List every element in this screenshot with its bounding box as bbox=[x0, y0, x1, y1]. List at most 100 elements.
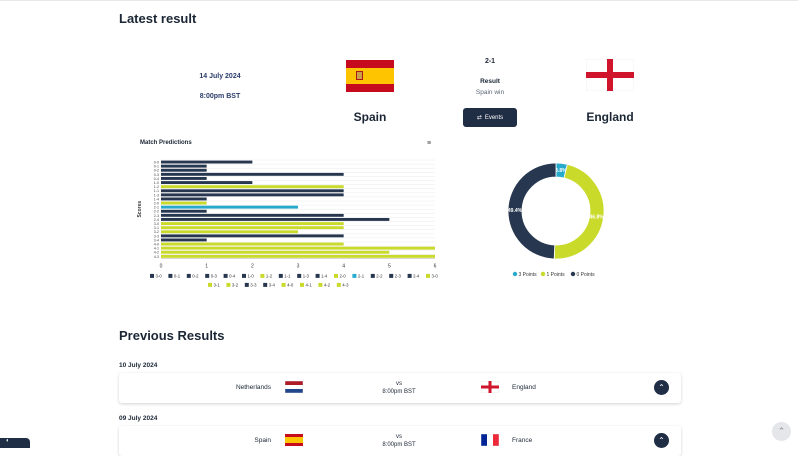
result-text: Spain win bbox=[475, 89, 505, 96]
donut-slice[interactable] bbox=[553, 163, 605, 260]
legend-label[interactable]: 2-4 bbox=[413, 273, 420, 278]
legend-swatch[interactable] bbox=[389, 273, 394, 278]
x-tick-label: 6 bbox=[434, 263, 437, 269]
legend-label[interactable]: 3-2 bbox=[232, 282, 239, 287]
legend-label[interactable]: 2-3 bbox=[395, 273, 402, 278]
legend-swatch[interactable] bbox=[336, 282, 341, 287]
donut-data-label: 49.4% bbox=[508, 208, 523, 214]
bar bbox=[161, 209, 207, 213]
legend-label[interactable]: 3 Points bbox=[519, 272, 538, 278]
legend-swatch[interactable] bbox=[370, 273, 375, 278]
legend-label[interactable]: 0-3 bbox=[211, 273, 218, 278]
bar bbox=[161, 218, 390, 221]
y-axis-label: Scores bbox=[137, 201, 143, 218]
legend-label[interactable]: 1-0 bbox=[248, 273, 255, 278]
legend-swatch[interactable] bbox=[570, 271, 576, 277]
legend-swatch[interactable] bbox=[223, 273, 228, 278]
legend-label[interactable]: 1 Points bbox=[547, 272, 566, 278]
legend-label[interactable]: 2-2 bbox=[376, 273, 383, 278]
x-tick-label: 1 bbox=[205, 263, 208, 269]
legend-label[interactable]: 0-1 bbox=[174, 273, 181, 278]
legend-swatch[interactable] bbox=[281, 282, 286, 287]
legend-swatch[interactable] bbox=[297, 273, 302, 278]
legend-label[interactable]: 0-4 bbox=[229, 273, 236, 278]
legend-label[interactable]: 4-1 bbox=[306, 282, 313, 287]
legend-label[interactable]: 3-0 bbox=[156, 273, 163, 278]
legend-swatch[interactable] bbox=[426, 273, 430, 278]
donut-data-label: 46.8% bbox=[590, 214, 605, 220]
legend-swatch[interactable] bbox=[315, 273, 320, 278]
bar bbox=[161, 185, 344, 189]
legend-swatch[interactable] bbox=[150, 273, 154, 278]
chart-menu-icon[interactable]: ≡ bbox=[427, 140, 431, 147]
legend-label[interactable]: 4-3 bbox=[342, 282, 349, 287]
spain-flag-icon bbox=[285, 434, 303, 446]
latest-result-heading: Latest result bbox=[119, 11, 197, 26]
match-date: 10 July 2024 bbox=[119, 362, 158, 369]
legend-swatch[interactable] bbox=[263, 282, 268, 287]
legend-label[interactable]: 1-4 bbox=[321, 273, 328, 278]
legend-label[interactable]: 4-0 bbox=[287, 282, 294, 287]
legend-swatch[interactable] bbox=[512, 271, 518, 277]
bar bbox=[161, 164, 207, 168]
legend-swatch[interactable] bbox=[260, 273, 265, 278]
legend-label[interactable]: 1-3 bbox=[303, 273, 310, 278]
away-team: France bbox=[512, 437, 533, 444]
bar bbox=[161, 226, 344, 230]
legend-swatch[interactable] bbox=[407, 273, 412, 278]
match-card[interactable]: Spain vs 8:00pm BST France ⌃ bbox=[119, 426, 681, 456]
previous-results-heading: Previous Results bbox=[119, 328, 225, 343]
legend-swatch[interactable] bbox=[186, 273, 191, 278]
legend-swatch[interactable] bbox=[318, 282, 323, 287]
bar bbox=[161, 172, 344, 176]
legend-label[interactable]: 2-1 bbox=[358, 273, 365, 278]
legend-label[interactable]: 3-1 bbox=[214, 282, 221, 287]
legend-label[interactable]: 1-2 bbox=[266, 273, 273, 278]
england-flag-icon bbox=[586, 59, 634, 91]
match-date: 14 July 2024 bbox=[199, 73, 241, 80]
legend-swatch[interactable] bbox=[300, 282, 304, 287]
bar bbox=[161, 189, 344, 193]
events-button[interactable]: ⇄ Events bbox=[463, 108, 517, 127]
cookie-settings-button[interactable]: ◐ bbox=[0, 438, 30, 448]
bar bbox=[161, 254, 435, 258]
x-tick-label: 0 bbox=[160, 263, 163, 269]
legend-swatch[interactable] bbox=[205, 273, 210, 278]
match-card[interactable]: Netherlands vs 8:00pm BST England ⌃ bbox=[119, 373, 681, 403]
bar bbox=[161, 193, 344, 197]
match-date: 09 July 2024 bbox=[119, 415, 158, 422]
x-tick-label: 3 bbox=[297, 263, 300, 269]
legend-swatch[interactable] bbox=[242, 273, 246, 278]
legend-swatch[interactable] bbox=[208, 282, 212, 287]
points-donut-chart: 3.8%46.8%49.4%3 Points 1 Points 0 Points bbox=[507, 162, 605, 278]
england-flag-icon bbox=[481, 381, 499, 393]
legend-label[interactable]: 3-3 bbox=[250, 282, 257, 287]
legend-label[interactable]: 3-4 bbox=[269, 282, 276, 287]
legend-swatch[interactable] bbox=[244, 282, 249, 287]
chevron-up-icon[interactable]: ⌃ bbox=[654, 380, 669, 395]
match-time: 8:00pm BST bbox=[199, 93, 241, 100]
home-team-name: Spain bbox=[353, 110, 387, 124]
legend-label[interactable]: 0-2 bbox=[192, 273, 199, 278]
legend-label[interactable]: 3-0 bbox=[432, 273, 439, 278]
match-vs: vs bbox=[396, 434, 402, 440]
legend-swatch[interactable] bbox=[168, 273, 173, 278]
legend-swatch[interactable] bbox=[226, 282, 231, 287]
legend-label[interactable]: 0 Points bbox=[577, 272, 596, 278]
chevron-up-icon[interactable]: ⌃ bbox=[654, 433, 669, 448]
events-icon: ⇄ bbox=[476, 115, 482, 121]
legend-label[interactable]: 4-2 bbox=[324, 282, 331, 287]
legend-swatch[interactable] bbox=[334, 273, 338, 278]
bar bbox=[161, 250, 390, 254]
legend-label[interactable]: 1-1 bbox=[284, 273, 291, 278]
legend-label[interactable]: 2-0 bbox=[340, 273, 347, 278]
bar bbox=[161, 242, 344, 246]
legend-swatch[interactable] bbox=[278, 273, 283, 278]
final-score: 2-1 bbox=[484, 58, 496, 65]
legend-swatch[interactable] bbox=[540, 271, 546, 277]
spain-flag-icon bbox=[346, 60, 394, 92]
bar bbox=[161, 197, 207, 201]
legend-swatch[interactable] bbox=[352, 273, 357, 278]
scroll-to-top-button[interactable]: ⌃ bbox=[772, 422, 791, 441]
bar bbox=[161, 168, 207, 172]
